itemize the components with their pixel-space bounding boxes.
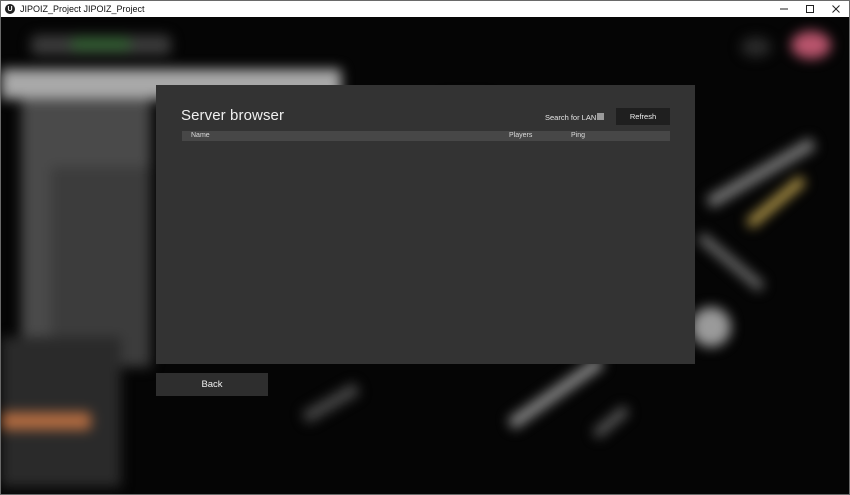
- column-header-name[interactable]: Name: [191, 132, 210, 139]
- back-button[interactable]: Back: [156, 373, 268, 396]
- column-header-ping[interactable]: Ping: [571, 132, 585, 139]
- window-controls: [771, 1, 849, 17]
- minimize-icon: [780, 8, 788, 10]
- server-browser-panel: Server browser Search for LAN Refresh Na…: [156, 85, 695, 364]
- search-lan-checkbox[interactable]: [597, 113, 604, 120]
- unreal-engine-icon: U: [5, 4, 15, 14]
- maximize-button[interactable]: [797, 1, 823, 17]
- title-bar[interactable]: U JIPOIZ_Project JIPOIZ_Project: [1, 1, 849, 17]
- minimize-button[interactable]: [771, 1, 797, 17]
- game-window: U JIPOIZ_Project JIPOIZ_Project Server b…: [0, 0, 850, 495]
- refresh-button[interactable]: Refresh: [616, 108, 670, 125]
- server-list[interactable]: [182, 141, 670, 351]
- search-lan-label: Search for LAN: [545, 113, 597, 122]
- window-title: JIPOIZ_Project JIPOIZ_Project: [20, 4, 145, 14]
- server-list-header: Name Players Ping: [182, 131, 670, 141]
- close-icon: [832, 5, 840, 13]
- maximize-icon: [806, 5, 814, 13]
- close-button[interactable]: [823, 1, 849, 17]
- page-title: Server browser: [181, 107, 285, 124]
- column-header-players[interactable]: Players: [509, 132, 532, 139]
